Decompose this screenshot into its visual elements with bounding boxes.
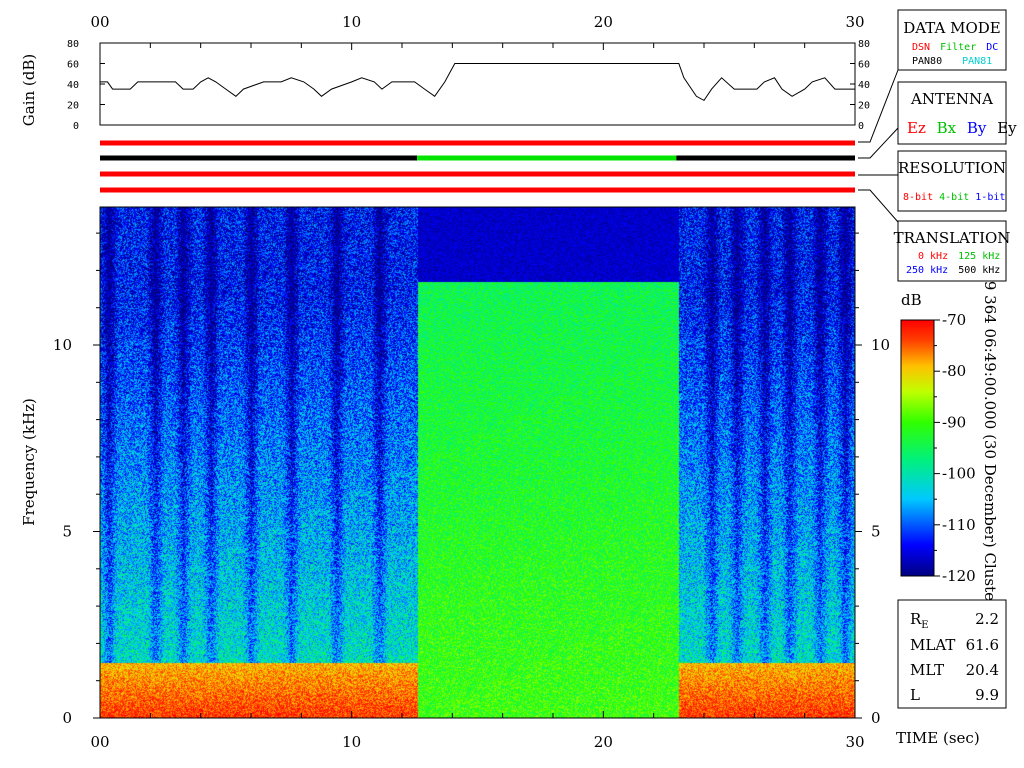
spectrogram-y-tick-label-right: 0 [871, 709, 881, 727]
spectrogram-x-tick-label: 00 [90, 733, 109, 751]
spectrogram-y-tick-label: 0 [62, 709, 72, 727]
svg-text:61.6: 61.6 [966, 636, 999, 654]
translation-box: TRANSLATION 0 kHz 125 kHz 250 kHz 500 kH… [894, 220, 1011, 282]
translation-item-250khz: 250 kHz [906, 265, 948, 276]
gain-x-tick-label: 00 [90, 13, 109, 31]
gain-panel: 00 10 20 30 0 020 2040 4060 6080 80 Gain (dB) [20, 13, 870, 132]
svg-text:9.9: 9.9 [975, 686, 999, 704]
spectrogram-y-tick-label: 10 [53, 336, 72, 354]
svg-text:MLAT: MLAT [910, 636, 955, 654]
frequency-axis-label: Frequency (kHz) [20, 398, 38, 526]
spectrogram-x-tick-label: 20 [594, 733, 613, 751]
gain-x-tick-label: 10 [342, 13, 361, 31]
status-bars [100, 140, 855, 193]
gain-y-tick-label: 0 [73, 121, 79, 132]
svg-text:L: L [910, 686, 920, 704]
svg-text:MLT: MLT [910, 661, 944, 679]
antenna-title: ANTENNA [910, 90, 993, 108]
data-mode-item-pan81: PAN81 [962, 56, 992, 67]
antenna-box: ANTENNA Ez Bx By Ey [897, 81, 1017, 145]
gain-x-tick-label: 30 [845, 13, 864, 31]
data-mode-title: DATA MODE [903, 19, 1000, 37]
colorbar-unit-label: dB [901, 291, 922, 309]
resolution-row: 8-bit 4-bit 1-bit [903, 192, 1005, 203]
time-axis-label: TIME (sec) [896, 729, 980, 747]
legend-connectors [858, 69, 899, 223]
resolution-item-1bit: 1-bit [975, 192, 1005, 203]
colorbar: dB -70 -80 -90 -100 -110 -120 2009 364 06:49:… [900, 252, 999, 644]
translation-item-125khz: 125 kHz [958, 251, 1000, 262]
colorbar-gradient [900, 319, 935, 577]
colorbar-tick-label: -110 [942, 516, 976, 534]
colorbar-tick-label: -100 [942, 465, 976, 483]
gain-x-tick-labels: 00 10 20 30 [90, 13, 864, 31]
gain-y-tick-label-right: 80 [858, 39, 870, 50]
spectrogram-x-tick-label: 30 [845, 733, 864, 751]
translation-row1: 0 kHz 125 kHz [918, 251, 1000, 262]
antenna-item-ez: Ez [907, 119, 926, 137]
resolution-box: RESOLUTION 8-bit 4-bit 1-bit [897, 150, 1007, 212]
spectrogram-y-tick-label: 5 [62, 523, 72, 541]
translation-item-0khz: 0 kHz [918, 251, 948, 262]
spectrogram-image [100, 207, 855, 718]
svg-text:20.4: 20.4 [966, 661, 999, 679]
translation-row2: 250 kHz 500 kHz [906, 265, 1000, 276]
antenna-item-ey: Ey [997, 119, 1017, 137]
spectrogram-x-tick-label: 10 [342, 733, 361, 751]
gain-y-tick-label-right: 60 [858, 60, 870, 71]
orbit-info-box: RE 2.2 MLAT 61.6 MLT 20.4 L 9.9 [897, 599, 1007, 709]
colorbar-tick-label: -80 [942, 362, 966, 380]
translation-title: TRANSLATION [894, 229, 1011, 247]
resolution-item-8bit: 8-bit [903, 192, 933, 203]
gain-y-tick-label-right: 20 [858, 101, 870, 112]
spectrogram-x-tick-labels: 00 10 20 30 [90, 733, 864, 751]
gain-y-tick-label: 20 [67, 101, 79, 112]
data-mode-item-pan80: PAN80 [912, 56, 942, 67]
svg-text:2.2: 2.2 [975, 610, 999, 628]
antenna-item-bx: Bx [937, 119, 957, 137]
gain-y-tick-label-right: 0 [858, 121, 864, 132]
gain-y-tick-label: 80 [67, 39, 79, 50]
spectrogram-y-tick-label-right: 10 [871, 336, 890, 354]
data-mode-item-filter: Filter [940, 42, 976, 53]
resolution-item-4bit: 4-bit [939, 192, 969, 203]
colorbar-tick-label: -120 [942, 567, 976, 585]
colorbar-tick-label: -90 [942, 413, 966, 431]
spectrogram-panel: 00 10 20 30 0 05 510 10 Frequency (kHz) TIME (… [20, 206, 980, 751]
gain-y-axis-label: Gain (dB) [20, 54, 38, 126]
translation-item-500khz: 500 kHz [958, 265, 1000, 276]
gain-y-tick-label: 40 [67, 80, 79, 91]
spectrogram-heatmap [100, 207, 855, 718]
cluster-wbd-plot: 00 10 20 30 0 020 2040 4060 6080 80 Gain (dB) 00… [20, 9, 1017, 751]
gain-y-tick-label-right: 40 [858, 80, 870, 91]
orbit-row-mlat: MLAT 61.6 [910, 636, 999, 654]
resolution-title: RESOLUTION [898, 159, 1006, 177]
colorbar-ticks: -70 -80 -90 -100 -110 -120 [934, 311, 976, 585]
colorbar-tick-label: -70 [942, 311, 966, 329]
data-mode-box: DATA MODE DSN Filter DC PAN80 PAN81 [897, 9, 1007, 71]
data-mode-row1: DSN Filter DC [912, 42, 998, 53]
gain-y-tick-label: 60 [67, 60, 79, 71]
data-mode-item-dc: DC [986, 42, 998, 53]
date-spacecraft-annotation: 2009 364 06:49:00.000 (30 December) Clus… [981, 252, 999, 644]
antenna-item-by: By [967, 119, 987, 137]
gain-x-tick-label: 20 [594, 13, 613, 31]
data-mode-item-dsn: DSN [912, 42, 930, 53]
gain-plot-frame [99, 42, 856, 126]
spectrogram-y-tick-label-right: 5 [871, 523, 881, 541]
